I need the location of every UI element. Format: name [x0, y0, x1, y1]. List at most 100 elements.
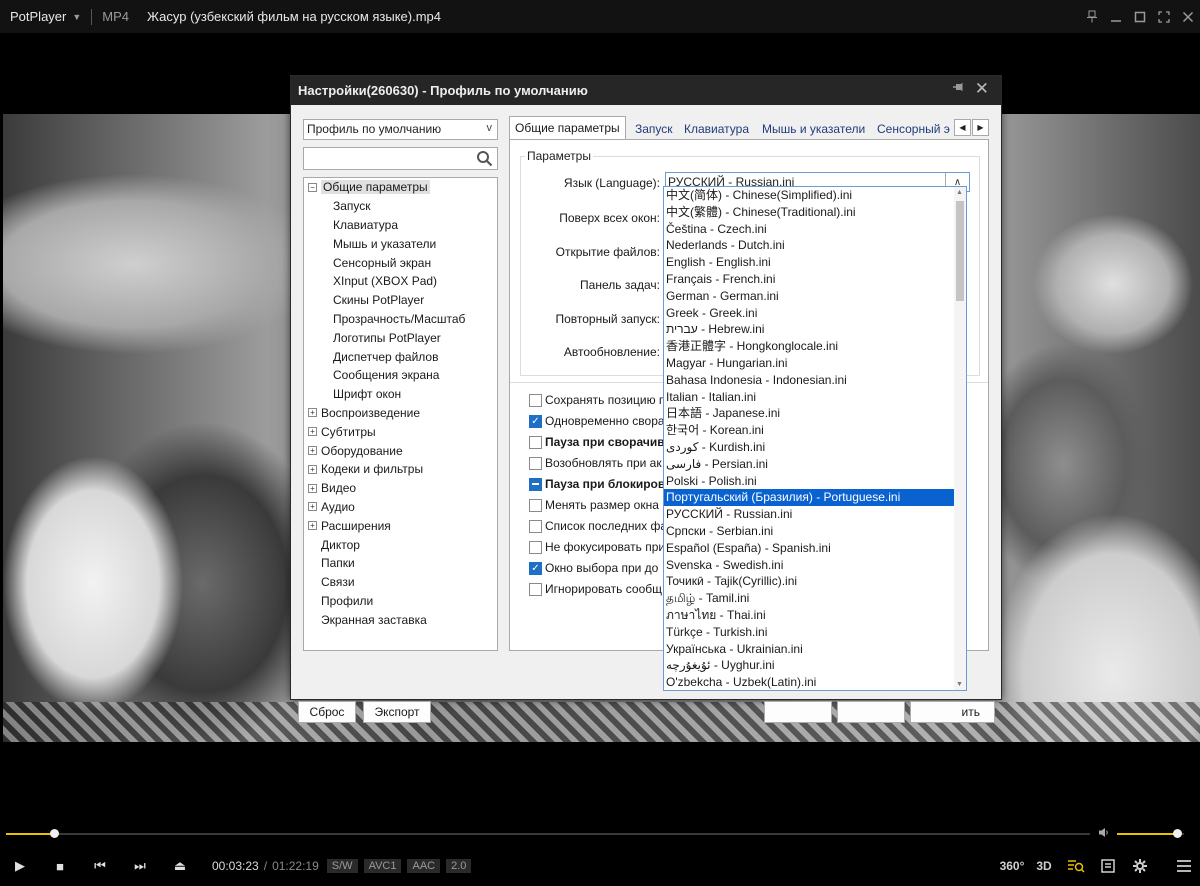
pin-icon[interactable] [952, 82, 965, 97]
language-option[interactable]: ئۇيغۇرچە - Uyghur.ini [664, 657, 966, 674]
language-option[interactable]: Polski - Polish.ini [664, 473, 966, 490]
badge-audio-codec[interactable]: AAC [407, 859, 441, 873]
reset-button[interactable]: Сброс [298, 701, 356, 723]
tab-scroll-right-icon[interactable]: ▶ [972, 119, 989, 136]
language-option[interactable]: Čeština - Czech.ini [664, 221, 966, 238]
menu-icon[interactable] [1168, 846, 1200, 886]
checkbox[interactable] [529, 582, 542, 596]
tree-item[interactable]: XInput (XBOX Pad) [304, 272, 497, 291]
tree-item[interactable]: Запуск [304, 197, 497, 216]
badge-audio-channels[interactable]: 2.0 [446, 859, 472, 873]
expand-icon[interactable]: + [308, 408, 317, 418]
tree-item[interactable]: + Видео [304, 479, 497, 498]
dialog-title-bar[interactable]: Настройки(260630) - Профиль по умолчанию… [291, 76, 1001, 105]
language-option[interactable]: كوردى - Kurdish.ini [664, 439, 966, 456]
language-option[interactable]: Français - French.ini [664, 271, 966, 288]
ok-button[interactable] [764, 701, 832, 723]
language-option[interactable]: 한국어 - Korean.ini [664, 422, 966, 439]
tree-item[interactable]: + Аудио [304, 498, 497, 517]
language-option[interactable]: Svenska - Swedish.ini [664, 557, 966, 574]
seek-track[interactable] [6, 829, 1090, 838]
tree-item[interactable]: + Расширения [304, 516, 497, 535]
next-button[interactable]: ⏭ [120, 846, 160, 886]
tree-item[interactable]: Прозрачность/Масштаб [304, 310, 497, 329]
tree-item[interactable]: Связи [304, 573, 497, 592]
option-checkbox-row[interactable]: ✓ Окно выбора при до [529, 559, 658, 577]
tab-0[interactable]: Общие параметры [509, 116, 626, 139]
language-option[interactable]: O'zbekcha - Uzbek(Latin).ini [664, 674, 966, 690]
volume-icon[interactable] [1098, 827, 1110, 841]
option-checkbox-row[interactable]: ✓ Одновременно сворa [529, 412, 665, 430]
language-option[interactable]: Українська - Ukrainian.ini [664, 641, 966, 658]
export-button[interactable]: Экспорт [363, 701, 431, 723]
checkbox[interactable] [529, 456, 542, 470]
volume-handle[interactable] [1173, 829, 1183, 838]
option-checkbox-row[interactable]: Игнорировать сообщ [529, 580, 662, 598]
option-checkbox-row[interactable]: Менять размер окна [529, 496, 659, 514]
volume-slider[interactable] [1117, 829, 1184, 838]
language-option[interactable]: ภาษาไทย - Thai.ini [664, 607, 966, 624]
checkbox[interactable]: ✓ [529, 414, 542, 428]
language-option[interactable]: Nederlands - Dutch.ini [664, 237, 966, 254]
app-menu-button[interactable]: PotPlayer ▼ [0, 9, 81, 24]
pin-icon[interactable] [1080, 0, 1104, 33]
tab-3[interactable]: Мышь и указатели [757, 118, 870, 139]
tree-item[interactable]: Сообщения экрана [304, 366, 497, 385]
fullscreen-icon[interactable] [1152, 0, 1176, 33]
option-checkbox-row[interactable]: Возобновлять при ак [529, 454, 662, 472]
tree-item[interactable]: Сенсорный экран [304, 253, 497, 272]
badge-video-codec[interactable]: AVC1 [363, 859, 402, 873]
language-option[interactable]: Португальский (Бразилия) - Portuguese.in… [664, 489, 954, 507]
3d-button[interactable]: 3D [1028, 846, 1060, 886]
option-checkbox-row[interactable]: Пауза при сворачив [529, 433, 665, 451]
language-option[interactable]: Bahasa Indonesia - Indonesian.ini [664, 372, 966, 389]
language-option[interactable]: Greek - Greek.ini [664, 305, 966, 322]
tree-item[interactable]: + Субтитры [304, 422, 497, 441]
tab-scroll-left-icon[interactable]: ◀ [954, 119, 971, 136]
language-option[interactable]: 中文(简体) - Chinese(Simplified).ini [664, 187, 966, 204]
seek-bar[interactable] [0, 826, 1200, 842]
language-option[interactable]: Español (España) - Spanish.ini [664, 540, 966, 557]
option-checkbox-row[interactable]: Сохранять позицию п [529, 391, 665, 409]
profile-select[interactable]: Профиль по умолчанию v [303, 119, 498, 140]
language-dropdown-list[interactable]: 中文(简体) - Chinese(Simplified).ini 中文(繁體) -… [663, 186, 967, 691]
language-option[interactable]: فارسی - Persian.ini [664, 456, 966, 473]
language-option[interactable]: தமிழ் - Tamil.ini [664, 590, 966, 607]
dropdown-scrollbar[interactable]: ▲ ▼ [954, 187, 966, 690]
tree-item[interactable]: + Воспроизведение [304, 404, 497, 423]
scroll-down-icon[interactable]: ▼ [956, 681, 963, 688]
language-option[interactable]: Italian - Italian.ini [664, 389, 966, 406]
badge-renderer[interactable]: S/W [326, 859, 358, 873]
checkbox[interactable] [529, 498, 542, 512]
expand-icon[interactable]: + [308, 521, 317, 531]
scrollbar-thumb[interactable] [956, 201, 964, 301]
checkbox[interactable] [529, 540, 542, 554]
gear-icon[interactable] [1124, 846, 1156, 886]
settings-search-input[interactable] [303, 147, 498, 170]
tree-item[interactable]: + Оборудование [304, 441, 497, 460]
play-button[interactable]: ▶ [0, 846, 40, 886]
tree-item[interactable]: Мышь и указатели [304, 234, 497, 253]
expand-icon[interactable]: + [308, 502, 317, 512]
scroll-up-icon[interactable]: ▲ [956, 189, 963, 196]
stop-button[interactable]: ■ [40, 846, 80, 886]
expand-icon[interactable]: + [308, 446, 317, 456]
tree-item[interactable]: Экранная заставка [304, 610, 497, 629]
language-option[interactable]: Türkçe - Turkish.ini [664, 624, 966, 641]
language-option[interactable]: Magyar - Hungarian.ini [664, 355, 966, 372]
subtitles-icon[interactable] [1092, 846, 1124, 886]
seek-handle[interactable] [49, 829, 59, 838]
tab-4[interactable]: Сенсорный э [872, 118, 952, 139]
collapse-icon[interactable]: − [308, 182, 317, 192]
maximize-icon[interactable] [1128, 0, 1152, 33]
language-option[interactable]: 日本語 - Japanese.ini [664, 405, 966, 422]
tree-item[interactable]: Логотипы PotPlayer [304, 328, 497, 347]
tab-1[interactable]: Запуск [630, 118, 678, 139]
tab-2[interactable]: Клавиатура [679, 118, 754, 139]
language-option[interactable]: עברית - Hebrew.ini [664, 321, 966, 338]
cancel-button[interactable] [837, 701, 905, 723]
close-icon[interactable] [1176, 0, 1200, 33]
option-checkbox-row[interactable]: Пауза при блокиров [529, 475, 665, 493]
language-option[interactable]: Точикӣ - Tajik(Cyrillic).ini [664, 573, 966, 590]
tree-item[interactable]: Скины PotPlayer [304, 291, 497, 310]
